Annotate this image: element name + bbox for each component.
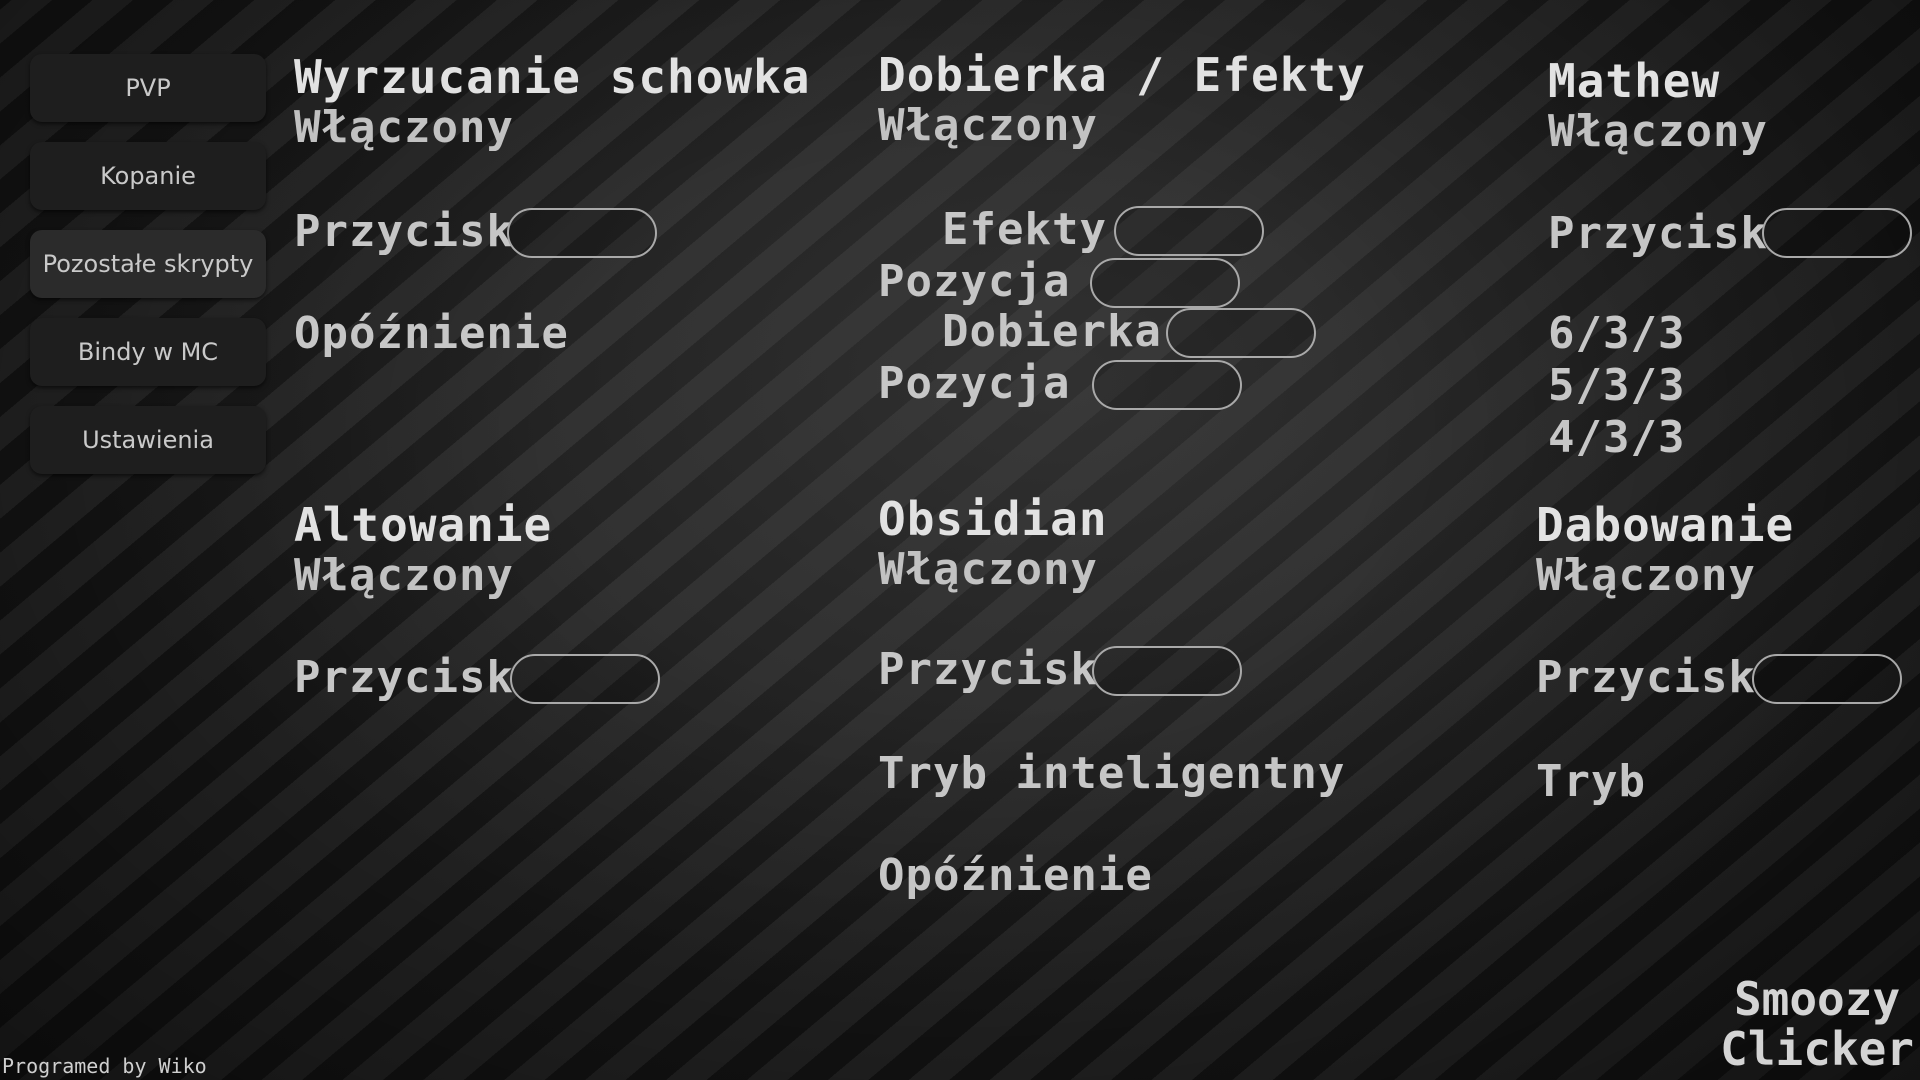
mathew-title: Mathew bbox=[1548, 54, 1721, 108]
wyrzucanie-key-label: Przycisk bbox=[294, 206, 514, 257]
dobierka-key-button[interactable] bbox=[1166, 308, 1316, 358]
altowanie-status-toggle[interactable]: Włączony bbox=[294, 550, 514, 601]
efekty-pozycja-label: Pozycja bbox=[878, 256, 1071, 307]
mathew-value-2[interactable]: 5/3/3 bbox=[1548, 360, 1685, 411]
brand-line-1: Smoozy bbox=[1733, 972, 1901, 1026]
obsidian-smart-mode[interactable]: Tryb inteligentny bbox=[878, 748, 1345, 799]
app-brand: Smoozy Clicker bbox=[1720, 974, 1914, 1074]
obsidian-key-button[interactable] bbox=[1092, 646, 1242, 696]
dobierka-title: Dobierka / Efekty bbox=[878, 48, 1366, 102]
mathew-status-toggle[interactable]: Włączony bbox=[1548, 106, 1768, 157]
mathew-value-3[interactable]: 4/3/3 bbox=[1548, 412, 1685, 463]
dobierka-label: Dobierka bbox=[942, 306, 1162, 357]
dabowanie-status-toggle[interactable]: Włączony bbox=[1536, 550, 1756, 601]
sidebar-item-ustawienia[interactable]: Ustawienia bbox=[30, 406, 266, 474]
brand-line-2: Clicker bbox=[1720, 1022, 1914, 1076]
wyrzucanie-delay-label: Opóźnienie bbox=[294, 308, 569, 359]
wyrzucanie-title: Wyrzucanie schowka bbox=[294, 50, 811, 104]
efekty-key-button[interactable] bbox=[1114, 206, 1264, 256]
sidebar-item-pvp[interactable]: PVP bbox=[30, 54, 266, 122]
dobierka-status-toggle[interactable]: Włączony bbox=[878, 100, 1098, 151]
credit-text: Programed by Wiko bbox=[2, 1054, 207, 1078]
dobierka-pozycja-label: Pozycja bbox=[878, 358, 1071, 409]
dabowanie-key-button[interactable] bbox=[1752, 654, 1902, 704]
dabowanie-title: Dabowanie bbox=[1536, 498, 1795, 552]
sidebar-item-pozostale-skrypty[interactable]: Pozostałe skrypty bbox=[30, 230, 266, 298]
dabowanie-mode[interactable]: Tryb bbox=[1536, 756, 1646, 807]
wyrzucanie-key-button[interactable] bbox=[507, 208, 657, 258]
dabowanie-key-label: Przycisk bbox=[1536, 652, 1756, 703]
sidebar-item-kopanie[interactable]: Kopanie bbox=[30, 142, 266, 210]
dobierka-pozycja-button[interactable] bbox=[1092, 360, 1242, 410]
altowanie-key-label: Przycisk bbox=[294, 652, 514, 703]
altowanie-title: Altowanie bbox=[294, 498, 553, 552]
obsidian-delay-label: Opóźnienie bbox=[878, 850, 1153, 901]
efekty-label: Efekty bbox=[942, 204, 1107, 255]
wyrzucanie-status-toggle[interactable]: Włączony bbox=[294, 102, 514, 153]
altowanie-key-button[interactable] bbox=[510, 654, 660, 704]
obsidian-status-toggle[interactable]: Włączony bbox=[878, 544, 1098, 595]
sidebar-item-bindy[interactable]: Bindy w MC bbox=[30, 318, 266, 386]
obsidian-key-label: Przycisk bbox=[878, 644, 1098, 695]
efekty-pozycja-button[interactable] bbox=[1090, 258, 1240, 308]
mathew-key-label: Przycisk bbox=[1548, 208, 1768, 259]
mathew-value-1[interactable]: 6/3/3 bbox=[1548, 308, 1685, 359]
obsidian-title: Obsidian bbox=[878, 492, 1108, 546]
mathew-key-button[interactable] bbox=[1762, 208, 1912, 258]
